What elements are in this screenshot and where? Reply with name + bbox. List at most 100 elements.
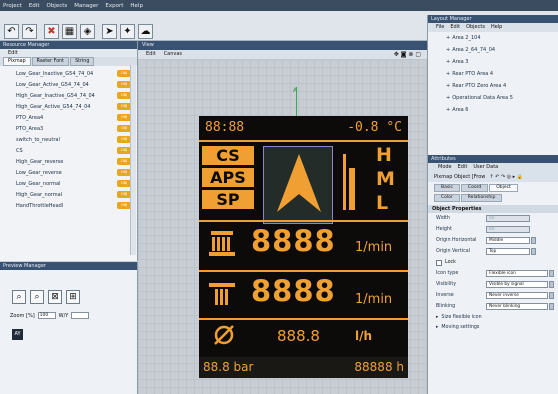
resource-manager-title: Resource Manager xyxy=(0,41,137,49)
list-item[interactable]: switch_to_neutral OBJ xyxy=(0,134,137,145)
tab-basic[interactable]: Basic xyxy=(434,184,460,192)
tab-relationship[interactable]: Relationship xyxy=(460,194,503,202)
tree-item[interactable]: Rear PTO Area 4 xyxy=(428,68,558,80)
list-item[interactable]: Low_Gear_reverse OBJ xyxy=(0,167,137,178)
resource-list: Low_Gear_Inactive_G54_74_04 OBJ Low_Gear_… xyxy=(0,66,137,211)
tree-item[interactable]: Rear PTO Zero Area 4 xyxy=(428,80,558,92)
menu-edit[interactable]: Edit xyxy=(29,3,40,9)
menu-export[interactable]: Export xyxy=(105,3,123,9)
list-item[interactable]: Low_Gear_normal OBJ xyxy=(0,178,137,189)
tab-coord[interactable]: Coord xyxy=(460,184,489,192)
icon-type-select[interactable]: Flexible icon xyxy=(486,270,548,277)
blinking-select[interactable]: Never blinking xyxy=(486,303,548,310)
list-item-label: Low_Gear_Active_G54_74_04 xyxy=(16,81,89,88)
origin-v-select[interactable]: Top xyxy=(486,248,530,255)
divider xyxy=(199,220,408,222)
rpm-rear-unit: 1/min xyxy=(355,292,393,307)
menu-project[interactable]: Project xyxy=(3,3,22,9)
resource-scrollbar[interactable] xyxy=(130,65,136,255)
layout-menu-file[interactable]: File xyxy=(436,23,444,32)
width-field[interactable]: 80 xyxy=(486,215,530,222)
attributes-menu-user-data[interactable]: User Data xyxy=(473,163,498,172)
list-item[interactable]: High_Gear_Active_G54_74_04 OBJ xyxy=(0,101,137,112)
menu-help[interactable]: Help xyxy=(130,3,143,9)
view-menu: Edit Canvas xyxy=(138,50,427,59)
tree-item[interactable]: Area 2_104 xyxy=(428,32,558,44)
chevron-down-icon[interactable] xyxy=(531,248,536,255)
zoom-row: Zoom [%] 100 W/Y xyxy=(10,312,90,319)
menu-manager[interactable]: Manager xyxy=(74,3,98,9)
attributes-menu-mode[interactable]: Mode xyxy=(438,163,452,172)
list-item-label: PTO_Area3 xyxy=(16,125,44,132)
list-item[interactable]: Low_Gear_Inactive_G54_74_04 OBJ xyxy=(0,68,137,79)
direction-arrow-icon xyxy=(277,154,321,212)
list-item[interactable]: High_Gear_Inactive_G54_74_04 OBJ xyxy=(0,90,137,101)
view-menu-canvas[interactable]: Canvas xyxy=(164,50,182,59)
list-item[interactable]: PTO_Area4 OBJ xyxy=(0,112,137,123)
view-controls[interactable]: ✥ ◙ ⊗ ▢ xyxy=(394,51,421,58)
tab-object[interactable]: Object xyxy=(489,184,518,192)
object-icon: OBJ xyxy=(117,169,131,176)
chevron-down-icon[interactable] xyxy=(549,281,554,288)
list-item[interactable]: Low_Gear_Active_G54_74_04 OBJ xyxy=(0,79,137,90)
chevron-down-icon[interactable] xyxy=(531,237,536,244)
delete-icon[interactable]: ✖ xyxy=(44,24,59,39)
list-item[interactable]: CS OBJ xyxy=(0,145,137,156)
chevron-down-icon[interactable] xyxy=(549,303,554,310)
object-icon: OBJ xyxy=(117,180,131,187)
list-item[interactable]: High_Gear_normal OBJ xyxy=(0,189,137,200)
grid-icon[interactable]: ▦ xyxy=(62,24,77,39)
moving-settings-link[interactable]: Moving settings xyxy=(428,322,558,332)
pointer-icon[interactable]: ➤ xyxy=(102,24,117,39)
view-menu-edit[interactable]: Edit xyxy=(146,50,156,59)
object-properties-header: Object Properties xyxy=(428,205,558,213)
zoom-in-icon[interactable]: ⌕ xyxy=(12,290,26,304)
layout-menu-objects[interactable]: Objects xyxy=(466,23,485,32)
wh-input[interactable] xyxy=(71,312,90,319)
origin-h-select[interactable]: Middle xyxy=(486,237,530,244)
layout-menu: File Edit Objects Help xyxy=(428,23,558,32)
divider xyxy=(199,318,408,320)
layout-menu-edit[interactable]: Edit xyxy=(450,23,460,32)
attributes-panel: Attributes Mode Edit User Data Pixmap Ob… xyxy=(427,155,558,394)
height-field[interactable]: 80 xyxy=(486,226,530,233)
chevron-down-icon[interactable] xyxy=(549,270,554,277)
inverse-select[interactable]: Never inverse xyxy=(486,292,548,299)
actual-size-icon[interactable]: ⊞ xyxy=(66,290,80,304)
tree-item[interactable]: Operational Data Area 5 xyxy=(428,92,558,104)
object-icon[interactable]: ◈ xyxy=(80,24,95,39)
list-item-label: HandThrottleHeadl xyxy=(16,202,64,209)
redo-icon[interactable]: ↷ xyxy=(22,24,37,39)
attributes-menu-edit[interactable]: Edit xyxy=(458,163,468,172)
tree-item[interactable]: Area 6 xyxy=(428,104,558,116)
tab-pixmap[interactable]: Pixmap xyxy=(3,57,31,66)
rpm-front-value: 8888 xyxy=(251,224,336,258)
tree-item[interactable]: Area 3 xyxy=(428,56,558,68)
dashboard-display[interactable]: 88:88 -0.8 °C CS APS SP H M L 8888 1/min… xyxy=(199,116,408,378)
undo-icon[interactable]: ↶ xyxy=(4,24,19,39)
list-item[interactable]: PTO_Area3 OBJ xyxy=(0,123,137,134)
zoom-input[interactable]: 100 xyxy=(37,312,56,319)
size-flexible-icon-link[interactable]: Size flexible icon xyxy=(428,312,558,322)
object-icon: OBJ xyxy=(117,125,131,132)
list-item[interactable]: HandThrottleHeadl OBJ xyxy=(0,200,137,211)
nav-icons[interactable]: ↑ ↶ ↷ ◎ ▸ 🔒 xyxy=(489,174,523,180)
tab-color[interactable]: Color xyxy=(434,194,460,202)
resource-edit-menu[interactable]: Edit xyxy=(0,49,137,57)
zoom-out-icon[interactable]: ⌕ xyxy=(30,290,44,304)
tool-icon[interactable]: ✦ xyxy=(120,24,135,39)
layout-menu-help[interactable]: Help xyxy=(491,23,502,32)
list-item-label: CS xyxy=(16,147,23,154)
chevron-down-icon[interactable] xyxy=(549,292,554,299)
attributes-menu: Mode Edit User Data xyxy=(428,163,558,172)
list-item[interactable]: High_Gear_reverse OBJ xyxy=(0,156,137,167)
lock-checkbox[interactable] xyxy=(436,259,442,266)
fit-icon[interactable]: ⊠ xyxy=(48,290,62,304)
menu-objects[interactable]: Objects xyxy=(46,3,67,9)
tree-item[interactable]: Area 2_64_74_04 xyxy=(428,44,558,56)
tab-string[interactable]: String xyxy=(70,57,95,66)
visibility-select[interactable]: Visible by signal xyxy=(486,281,548,288)
wh-label: W/Y xyxy=(58,312,69,319)
tab-raster-font[interactable]: Raster Font xyxy=(31,57,70,66)
cloud-icon[interactable]: ☁ xyxy=(138,24,153,39)
